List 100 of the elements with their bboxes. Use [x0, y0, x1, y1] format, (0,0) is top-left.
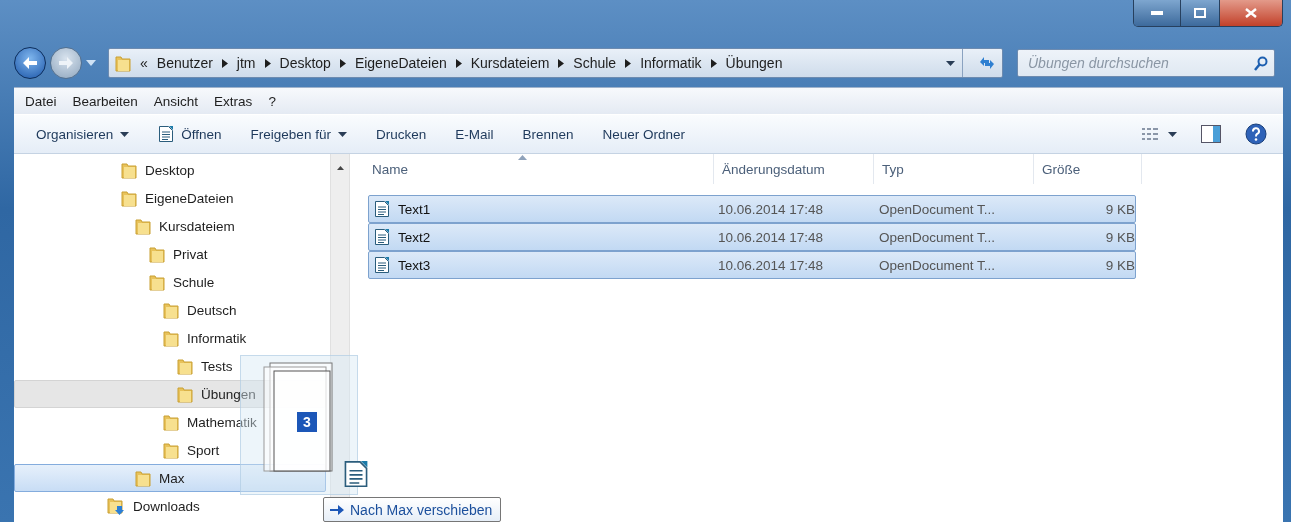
folder-tree-item[interactable]: EigeneDateien: [14, 184, 326, 212]
folder-tree-item[interactable]: Schule: [14, 268, 326, 296]
chevron-icon[interactable]: [221, 58, 228, 68]
document-icon: [374, 228, 390, 246]
minimize-icon: [1151, 11, 1163, 15]
maximize-icon: [1194, 8, 1206, 18]
folder-icon: [163, 329, 179, 347]
toolbar-button[interactable]: Brennen: [514, 119, 582, 149]
column-header[interactable]: Typ: [874, 154, 1034, 184]
chevron-icon[interactable]: [625, 58, 632, 68]
file-name: Text2: [398, 229, 431, 245]
folder-icon: [121, 189, 137, 207]
date-cell-text: 10.06.2014 17:48: [718, 257, 825, 273]
document-icon: [343, 458, 369, 490]
close-button[interactable]: [1219, 0, 1282, 26]
back-arrow-icon: [22, 56, 38, 70]
date-cell-text: 10.06.2014 17:48: [718, 229, 825, 245]
breadcrumb[interactable]: Schule: [573, 55, 617, 71]
folder-icon: [163, 441, 179, 459]
search-icon: [1254, 55, 1268, 71]
preview-pane-icon[interactable]: [1201, 125, 1221, 143]
chevron-icon[interactable]: [558, 58, 565, 68]
chevron-icon[interactable]: [455, 58, 462, 68]
folder-tree-item[interactable]: Deutsch: [14, 296, 326, 324]
menu-item[interactable]: Bearbeiten: [66, 93, 148, 109]
type-cell-text: OpenDocument T...: [879, 257, 997, 273]
menu-item[interactable]: Extras: [208, 93, 263, 109]
download-folder-icon: [107, 496, 125, 516]
date-cell-text: 10.06.2014 17:48: [718, 201, 825, 217]
folder-icon: [177, 385, 193, 403]
view-list-icon: [1142, 127, 1158, 141]
folder-tree-item[interactable]: Max: [14, 464, 326, 492]
chevron-icon[interactable]: [339, 58, 346, 68]
folder-icon: [163, 301, 179, 319]
maximize-button[interactable]: [1180, 0, 1219, 26]
chevron-icon[interactable]: [264, 58, 271, 68]
folder-tree-item[interactable]: Desktop: [14, 156, 326, 184]
file-row[interactable]: Text3 10.06.2014 17:48 OpenDocument T... 9 KB: [368, 251, 1136, 279]
size-cell-text: 9 KB: [1104, 229, 1135, 245]
item-count-badge: 3: [297, 412, 317, 432]
caret-icon: [120, 131, 130, 137]
folder-icon: [149, 245, 165, 263]
size-cell-text: 9 KB: [1104, 257, 1135, 273]
chevron-icon[interactable]: [710, 58, 717, 68]
scroll-up-arrow-icon[interactable]: [336, 166, 344, 170]
caret-icon[interactable]: [945, 60, 955, 66]
arrow-right-icon: [330, 504, 344, 515]
toolbar-button[interactable]: E-Mail: [447, 119, 502, 149]
breadcrumb[interactable]: EigeneDateien: [354, 55, 447, 71]
back-button[interactable]: [14, 47, 46, 79]
folder-icon: [149, 273, 165, 291]
document-icon: [374, 256, 390, 274]
document-icon: [158, 125, 175, 143]
folder-icon: [135, 469, 151, 487]
forward-arrow-icon: [58, 56, 74, 70]
toolbar-button[interactable]: Organisieren: [28, 119, 138, 149]
menu-item[interactable]: Ansicht: [147, 93, 209, 109]
file-name: Text3: [398, 257, 431, 273]
document-icon: [374, 200, 390, 218]
breadcrumb[interactable]: Übungen: [725, 55, 783, 71]
column-header[interactable]: Größe: [1034, 154, 1142, 184]
minimize-button[interactable]: [1134, 0, 1180, 26]
close-icon: [1245, 8, 1257, 18]
menu-item[interactable]: Datei: [19, 93, 67, 109]
caret-icon: [337, 131, 347, 137]
menu-item[interactable]: ?: [262, 93, 286, 109]
toolbar-button[interactable]: Freigeben für: [242, 119, 355, 149]
column-header[interactable]: Name: [350, 154, 714, 184]
type-cell-text: OpenDocument T...: [879, 201, 997, 217]
file-row[interactable]: Text2 10.06.2014 17:48 OpenDocument T... 9 KB: [368, 223, 1136, 251]
toolbar-button[interactable]: Drucken: [367, 119, 435, 149]
folder-tree-item[interactable]: Privat: [14, 240, 326, 268]
address-bar[interactable]: « Benutzer jtm Desktop EigeneDateien Kursdateiem Schule Informatik Übungen: [108, 48, 1003, 78]
sort-arrow-icon: [517, 155, 527, 160]
refresh-icon: [978, 55, 996, 71]
folder-icon: [163, 413, 179, 431]
breadcrumb[interactable]: Kursdateiem: [470, 55, 550, 71]
breadcrumb[interactable]: Informatik: [640, 55, 702, 71]
size-cell-text: 9 KB: [1104, 201, 1135, 217]
folder-tree-item[interactable]: Kursdateiem: [14, 212, 326, 240]
history-dropdown-icon[interactable]: [86, 60, 96, 66]
folder-icon: [177, 357, 193, 375]
folder-icon: [115, 54, 131, 72]
folder-icon: [135, 217, 151, 235]
breadcrumb[interactable]: Desktop: [279, 55, 331, 71]
view-options-button[interactable]: [1142, 127, 1177, 141]
breadcrumb[interactable]: Benutzer: [156, 55, 213, 71]
toolbar-button[interactable]: Öffnen: [150, 119, 230, 149]
help-icon[interactable]: [1245, 123, 1267, 145]
folder-tree-item[interactable]: Downloads: [14, 492, 326, 520]
folder-icon: [121, 161, 137, 179]
file-row[interactable]: Text1 10.06.2014 17:48 OpenDocument T... 9 KB: [368, 195, 1136, 223]
forward-button[interactable]: [50, 47, 82, 79]
toolbar-button[interactable]: Neuer Ordner: [594, 119, 694, 149]
type-cell-text: OpenDocument T...: [879, 229, 997, 245]
breadcrumb[interactable]: jtm: [236, 55, 256, 71]
caret-icon: [1168, 131, 1177, 137]
folder-tree-item[interactable]: Informatik: [14, 324, 326, 352]
overflow-chevron[interactable]: «: [140, 55, 148, 71]
column-header[interactable]: Änderungsdatum: [714, 154, 874, 184]
